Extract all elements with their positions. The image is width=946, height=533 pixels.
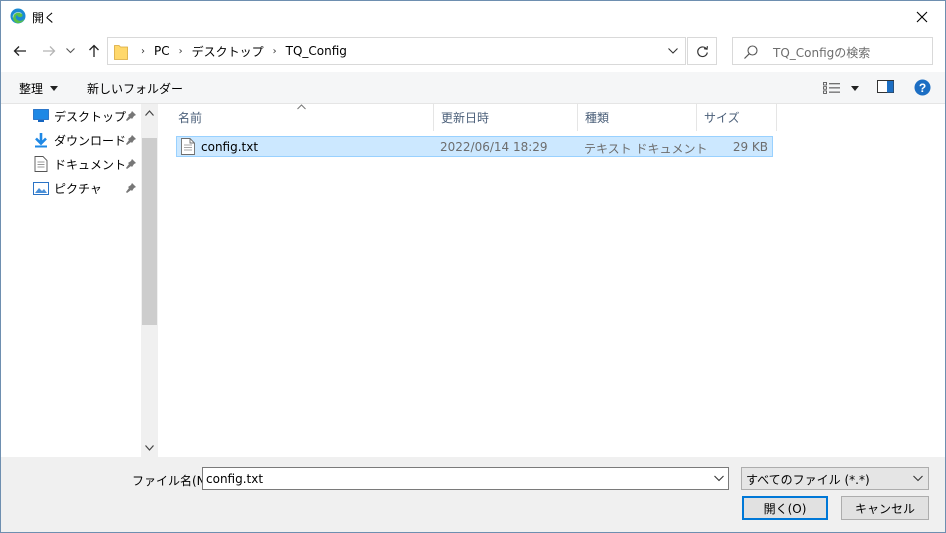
chevron-up-icon bbox=[145, 110, 154, 116]
nav-item-label: ドキュメント bbox=[54, 157, 127, 172]
navigation-row: › PC › デスクトップ › TQ_Config TQ_Configの検索 bbox=[1, 32, 945, 72]
table-row[interactable]: config.txt 2022/06/14 18:29 テキスト ドキュメント … bbox=[176, 136, 773, 157]
arrow-right-icon bbox=[43, 46, 56, 56]
search-icon bbox=[744, 45, 758, 59]
breadcrumb-desktop[interactable]: デスクトップ bbox=[192, 43, 264, 60]
breadcrumb-pc[interactable]: PC bbox=[154, 44, 170, 58]
search-input[interactable]: TQ_Configの検索 bbox=[773, 44, 870, 61]
command-toolbar: 整理 新しいフォルダー ? bbox=[1, 72, 945, 104]
navigation-scrollbar[interactable] bbox=[141, 104, 158, 457]
organize-label: 整理 bbox=[19, 82, 44, 96]
chevron-down-icon bbox=[913, 475, 923, 482]
chevron-down-icon bbox=[668, 48, 678, 54]
address-bar[interactable]: › PC › デスクトップ › TQ_Config bbox=[107, 37, 686, 65]
svg-text:?: ? bbox=[919, 81, 926, 95]
window-title: 開く bbox=[32, 11, 57, 25]
back-button[interactable] bbox=[8, 38, 32, 64]
arrow-up-icon bbox=[89, 44, 99, 57]
navigation-pane: デスクトップ ダウンロード ドキュメント ピクチャ bbox=[1, 104, 157, 457]
filename-combobox[interactable] bbox=[202, 467, 729, 490]
preview-pane-icon bbox=[877, 80, 894, 93]
up-button[interactable] bbox=[82, 38, 106, 64]
desktop-icon bbox=[33, 108, 49, 124]
download-icon bbox=[33, 132, 49, 148]
column-header-type[interactable]: 種類 bbox=[565, 104, 685, 131]
file-type: テキスト ドキュメント bbox=[584, 142, 708, 156]
file-list: 名前 更新日時 種類 サイズ config.txt 2022/06/14 18:… bbox=[158, 104, 945, 457]
search-box[interactable]: TQ_Configの検索 bbox=[732, 37, 933, 65]
file-modified: 2022/06/14 18:29 bbox=[440, 140, 548, 154]
refresh-icon bbox=[696, 45, 708, 57]
column-header-size[interactable]: サイズ bbox=[684, 104, 774, 131]
breadcrumb-separator: › bbox=[272, 45, 277, 57]
column-header-name[interactable]: 名前 bbox=[158, 104, 433, 131]
help-button[interactable]: ? bbox=[914, 79, 931, 96]
close-button[interactable] bbox=[899, 1, 945, 32]
file-size: 29 KB bbox=[732, 140, 768, 154]
caret-down-icon bbox=[50, 86, 59, 91]
filename-input[interactable] bbox=[206, 470, 706, 487]
change-view-button[interactable] bbox=[823, 80, 863, 96]
file-name: config.txt bbox=[201, 140, 259, 154]
scroll-up-button[interactable] bbox=[141, 106, 158, 120]
chevron-down-icon[interactable] bbox=[713, 472, 725, 484]
new-folder-button[interactable]: 新しいフォルダー bbox=[87, 80, 183, 97]
folder-icon bbox=[114, 44, 128, 60]
pin-icon bbox=[126, 159, 136, 169]
pin-icon bbox=[126, 135, 136, 145]
edge-app-icon bbox=[10, 8, 26, 24]
address-dropdown-button[interactable] bbox=[666, 44, 680, 58]
column-header-modified[interactable]: 更新日時 bbox=[421, 104, 566, 131]
pin-icon bbox=[126, 111, 136, 121]
scrollbar-thumb[interactable] bbox=[142, 138, 157, 325]
breadcrumb-tq-config[interactable]: TQ_Config bbox=[286, 44, 347, 58]
recent-locations-button[interactable] bbox=[62, 38, 78, 64]
chevron-down-icon bbox=[65, 48, 75, 54]
refresh-button[interactable] bbox=[687, 37, 717, 65]
pin-icon bbox=[126, 183, 136, 193]
nav-item-label: デスクトップ bbox=[54, 109, 127, 124]
arrow-left-icon bbox=[13, 46, 26, 56]
close-icon bbox=[916, 11, 928, 22]
caret-down-icon bbox=[851, 85, 859, 91]
preview-pane-button[interactable] bbox=[877, 80, 895, 96]
help-icon: ? bbox=[914, 79, 931, 96]
scroll-down-button[interactable] bbox=[141, 441, 158, 455]
pictures-icon bbox=[33, 180, 49, 196]
column-divider[interactable] bbox=[776, 104, 777, 131]
dialog-footer: ファイル名(N): すべてのファイル (*.*) 開く(O) キャンセル bbox=[1, 457, 945, 532]
breadcrumb-separator: › bbox=[141, 45, 145, 57]
forward-button[interactable] bbox=[37, 38, 61, 64]
chevron-down-icon bbox=[145, 445, 154, 451]
open-file-dialog: 開く › PC › デスクトップ › TQ_Config TQ_Configの検… bbox=[0, 0, 946, 533]
filetype-select[interactable]: すべてのファイル (*.*) bbox=[741, 467, 929, 490]
filetype-value: すべてのファイル (*.*) bbox=[746, 473, 870, 487]
breadcrumb-separator: › bbox=[178, 45, 183, 57]
text-file-icon bbox=[181, 138, 195, 155]
document-icon bbox=[33, 156, 49, 172]
nav-item-label: ダウンロード bbox=[54, 133, 127, 148]
nav-item-label: ピクチャ bbox=[54, 181, 102, 196]
title-bar: 開く bbox=[1, 1, 945, 32]
organize-button[interactable]: 整理 bbox=[19, 80, 59, 97]
cancel-button[interactable]: キャンセル bbox=[841, 496, 929, 520]
breadcrumb: › PC › デスクトップ › TQ_Config bbox=[132, 38, 347, 64]
details-view-icon bbox=[823, 82, 840, 94]
open-button[interactable]: 開く(O) bbox=[742, 496, 828, 520]
